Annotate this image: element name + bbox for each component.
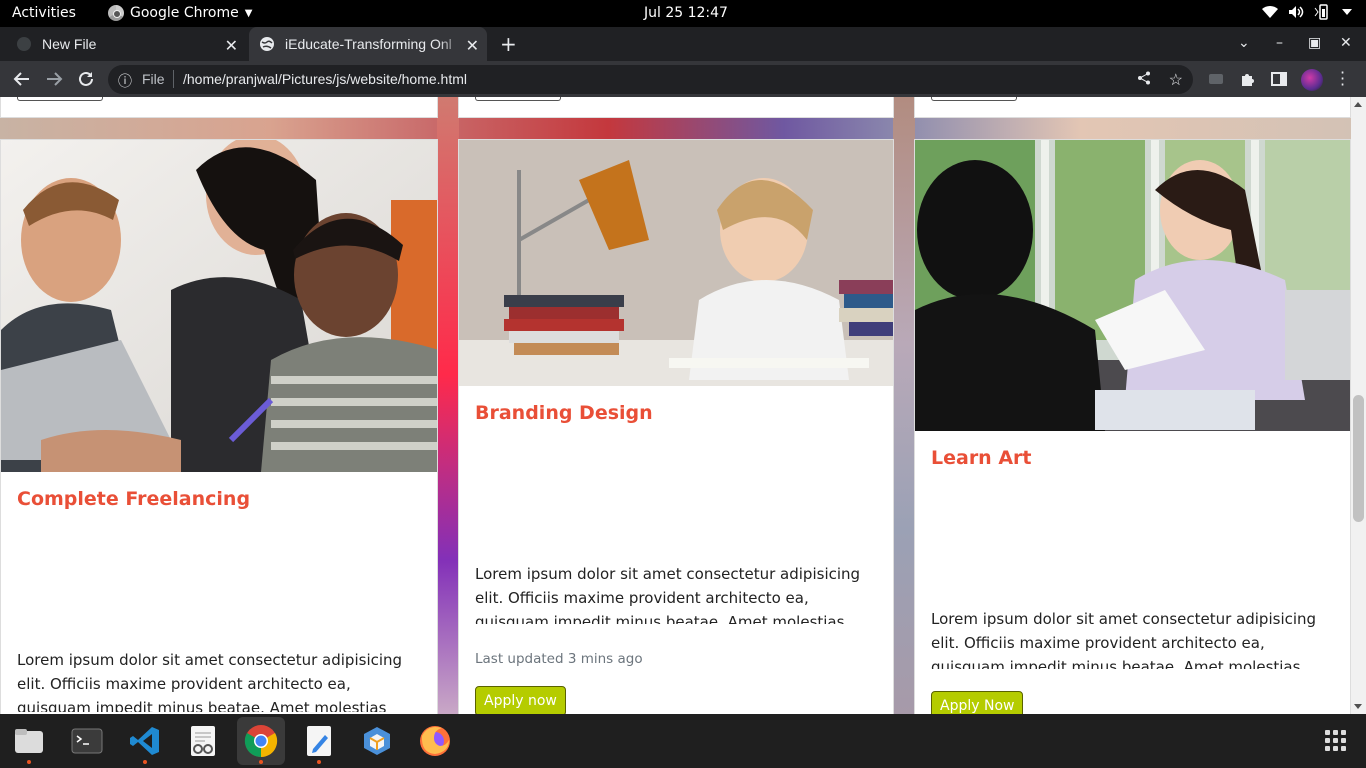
close-window-icon[interactable]: ✕ bbox=[1340, 35, 1352, 51]
vscode-icon[interactable] bbox=[121, 717, 169, 765]
clock[interactable]: Jul 25 12:47 bbox=[644, 5, 728, 21]
text-viewer-icon[interactable] bbox=[179, 717, 227, 765]
restore-icon[interactable]: ▣ bbox=[1308, 35, 1321, 51]
taskbar-dock bbox=[0, 714, 1366, 768]
course-card-freelancing: Complete Freelancing Lorem ipsum dolor s… bbox=[0, 139, 438, 714]
card-title[interactable]: Branding Design bbox=[475, 402, 653, 424]
power-menu-icon bbox=[1342, 9, 1352, 15]
bookmark-star-icon[interactable]: ☆ bbox=[1169, 70, 1183, 90]
extension-icon[interactable] bbox=[1207, 70, 1225, 88]
caret-down-icon: ▼ bbox=[244, 7, 253, 19]
url-text[interactable]: /home/pranjwal/Pictures/js/website/home.… bbox=[183, 71, 467, 87]
github-icon bbox=[17, 37, 31, 51]
file-label: File bbox=[142, 71, 165, 87]
background-image bbox=[437, 97, 459, 714]
previous-card-bottom bbox=[458, 97, 894, 118]
chrome-icon bbox=[108, 5, 124, 21]
address-bar[interactable]: ⓘ File /home/pranjwal/Pictures/js/websit… bbox=[108, 65, 1193, 94]
previous-card-bottom bbox=[0, 97, 438, 118]
system-tray[interactable] bbox=[1262, 4, 1352, 20]
battery-icon bbox=[1314, 4, 1328, 20]
card-title[interactable]: Learn Art bbox=[931, 447, 1031, 469]
app-icon[interactable] bbox=[353, 717, 401, 765]
puzzle-icon[interactable] bbox=[1239, 70, 1257, 88]
card-description: Lorem ipsum dolor sit amet consectetur a… bbox=[931, 610, 1317, 669]
card-description: Lorem ipsum dolor sit amet consectetur a… bbox=[475, 565, 861, 624]
show-applications-icon[interactable] bbox=[1325, 730, 1346, 751]
apply-now-button[interactable]: Apply Now bbox=[931, 691, 1024, 714]
card-description: Lorem ipsum dolor sit amet consectetur a… bbox=[17, 651, 403, 712]
previous-card-bottom bbox=[914, 97, 1351, 118]
scroll-up-icon[interactable] bbox=[1354, 102, 1362, 107]
close-tab-icon[interactable]: ✕ bbox=[225, 36, 238, 56]
girl-studying-photo bbox=[459, 140, 893, 386]
system-top-bar: Activities Google Chrome ▼ Jul 25 12:47 bbox=[0, 0, 1366, 27]
minimize-icon[interactable]: – bbox=[1276, 35, 1283, 51]
globe-icon bbox=[260, 37, 274, 51]
tab-strip: New File ✕ iEducate-Transforming Onl ✕ +… bbox=[0, 27, 1366, 61]
last-updated-text: Last updated 3 mins ago bbox=[475, 651, 643, 667]
tab-ieducate[interactable]: iEducate-Transforming Onl ✕ bbox=[249, 27, 487, 61]
apply-now-button[interactable]: Apply now bbox=[475, 686, 566, 714]
chrome-icon[interactable] bbox=[237, 717, 285, 765]
background-image bbox=[893, 97, 915, 714]
forward-icon[interactable] bbox=[44, 69, 64, 89]
side-panel-icon[interactable] bbox=[1270, 70, 1288, 88]
profile-avatar[interactable] bbox=[1301, 69, 1323, 91]
omnibox-divider bbox=[173, 70, 174, 88]
students-laptop-photo bbox=[1, 140, 437, 472]
share-icon[interactable] bbox=[1137, 71, 1151, 85]
firefox-icon[interactable] bbox=[411, 717, 459, 765]
terminal-icon[interactable] bbox=[63, 717, 111, 765]
menu-kebab-icon[interactable]: · · · bbox=[1340, 65, 1345, 93]
tab-new-file[interactable]: New File ✕ bbox=[16, 27, 246, 61]
card-title[interactable]: Complete Freelancing bbox=[17, 488, 250, 510]
text-editor-icon[interactable] bbox=[295, 717, 343, 765]
page-viewport: Complete Freelancing Lorem ipsum dolor s… bbox=[0, 97, 1351, 714]
course-card-branding: Branding Design Lorem ipsum dolor sit am… bbox=[458, 139, 894, 714]
tab-label: New File bbox=[42, 36, 97, 52]
files-icon[interactable] bbox=[5, 717, 53, 765]
wifi-icon bbox=[1262, 5, 1278, 19]
app-name: Google Chrome bbox=[130, 5, 239, 21]
volume-icon bbox=[1289, 6, 1304, 18]
new-tab-icon[interactable]: + bbox=[500, 32, 517, 56]
course-card-learn-art: Learn Art Lorem ipsum dolor sit amet con… bbox=[914, 139, 1351, 714]
tab-label: iEducate-Transforming Onl bbox=[285, 36, 452, 52]
info-icon[interactable]: ⓘ bbox=[118, 71, 132, 91]
scroll-down-icon[interactable] bbox=[1354, 704, 1362, 709]
app-menu[interactable]: Google Chrome ▼ bbox=[108, 5, 252, 21]
close-tab-icon[interactable]: ✕ bbox=[466, 36, 479, 56]
interview-meeting-photo bbox=[915, 140, 1350, 431]
activities-button[interactable]: Activities bbox=[12, 5, 76, 21]
back-icon[interactable] bbox=[12, 69, 32, 89]
tab-search-icon[interactable]: ⌄ bbox=[1238, 35, 1250, 51]
scrollbar-thumb[interactable] bbox=[1353, 395, 1364, 522]
reload-icon[interactable] bbox=[76, 69, 96, 89]
browser-toolbar: ⓘ File /home/pranjwal/Pictures/js/websit… bbox=[0, 61, 1366, 97]
page-scrollbar[interactable] bbox=[1351, 97, 1366, 714]
